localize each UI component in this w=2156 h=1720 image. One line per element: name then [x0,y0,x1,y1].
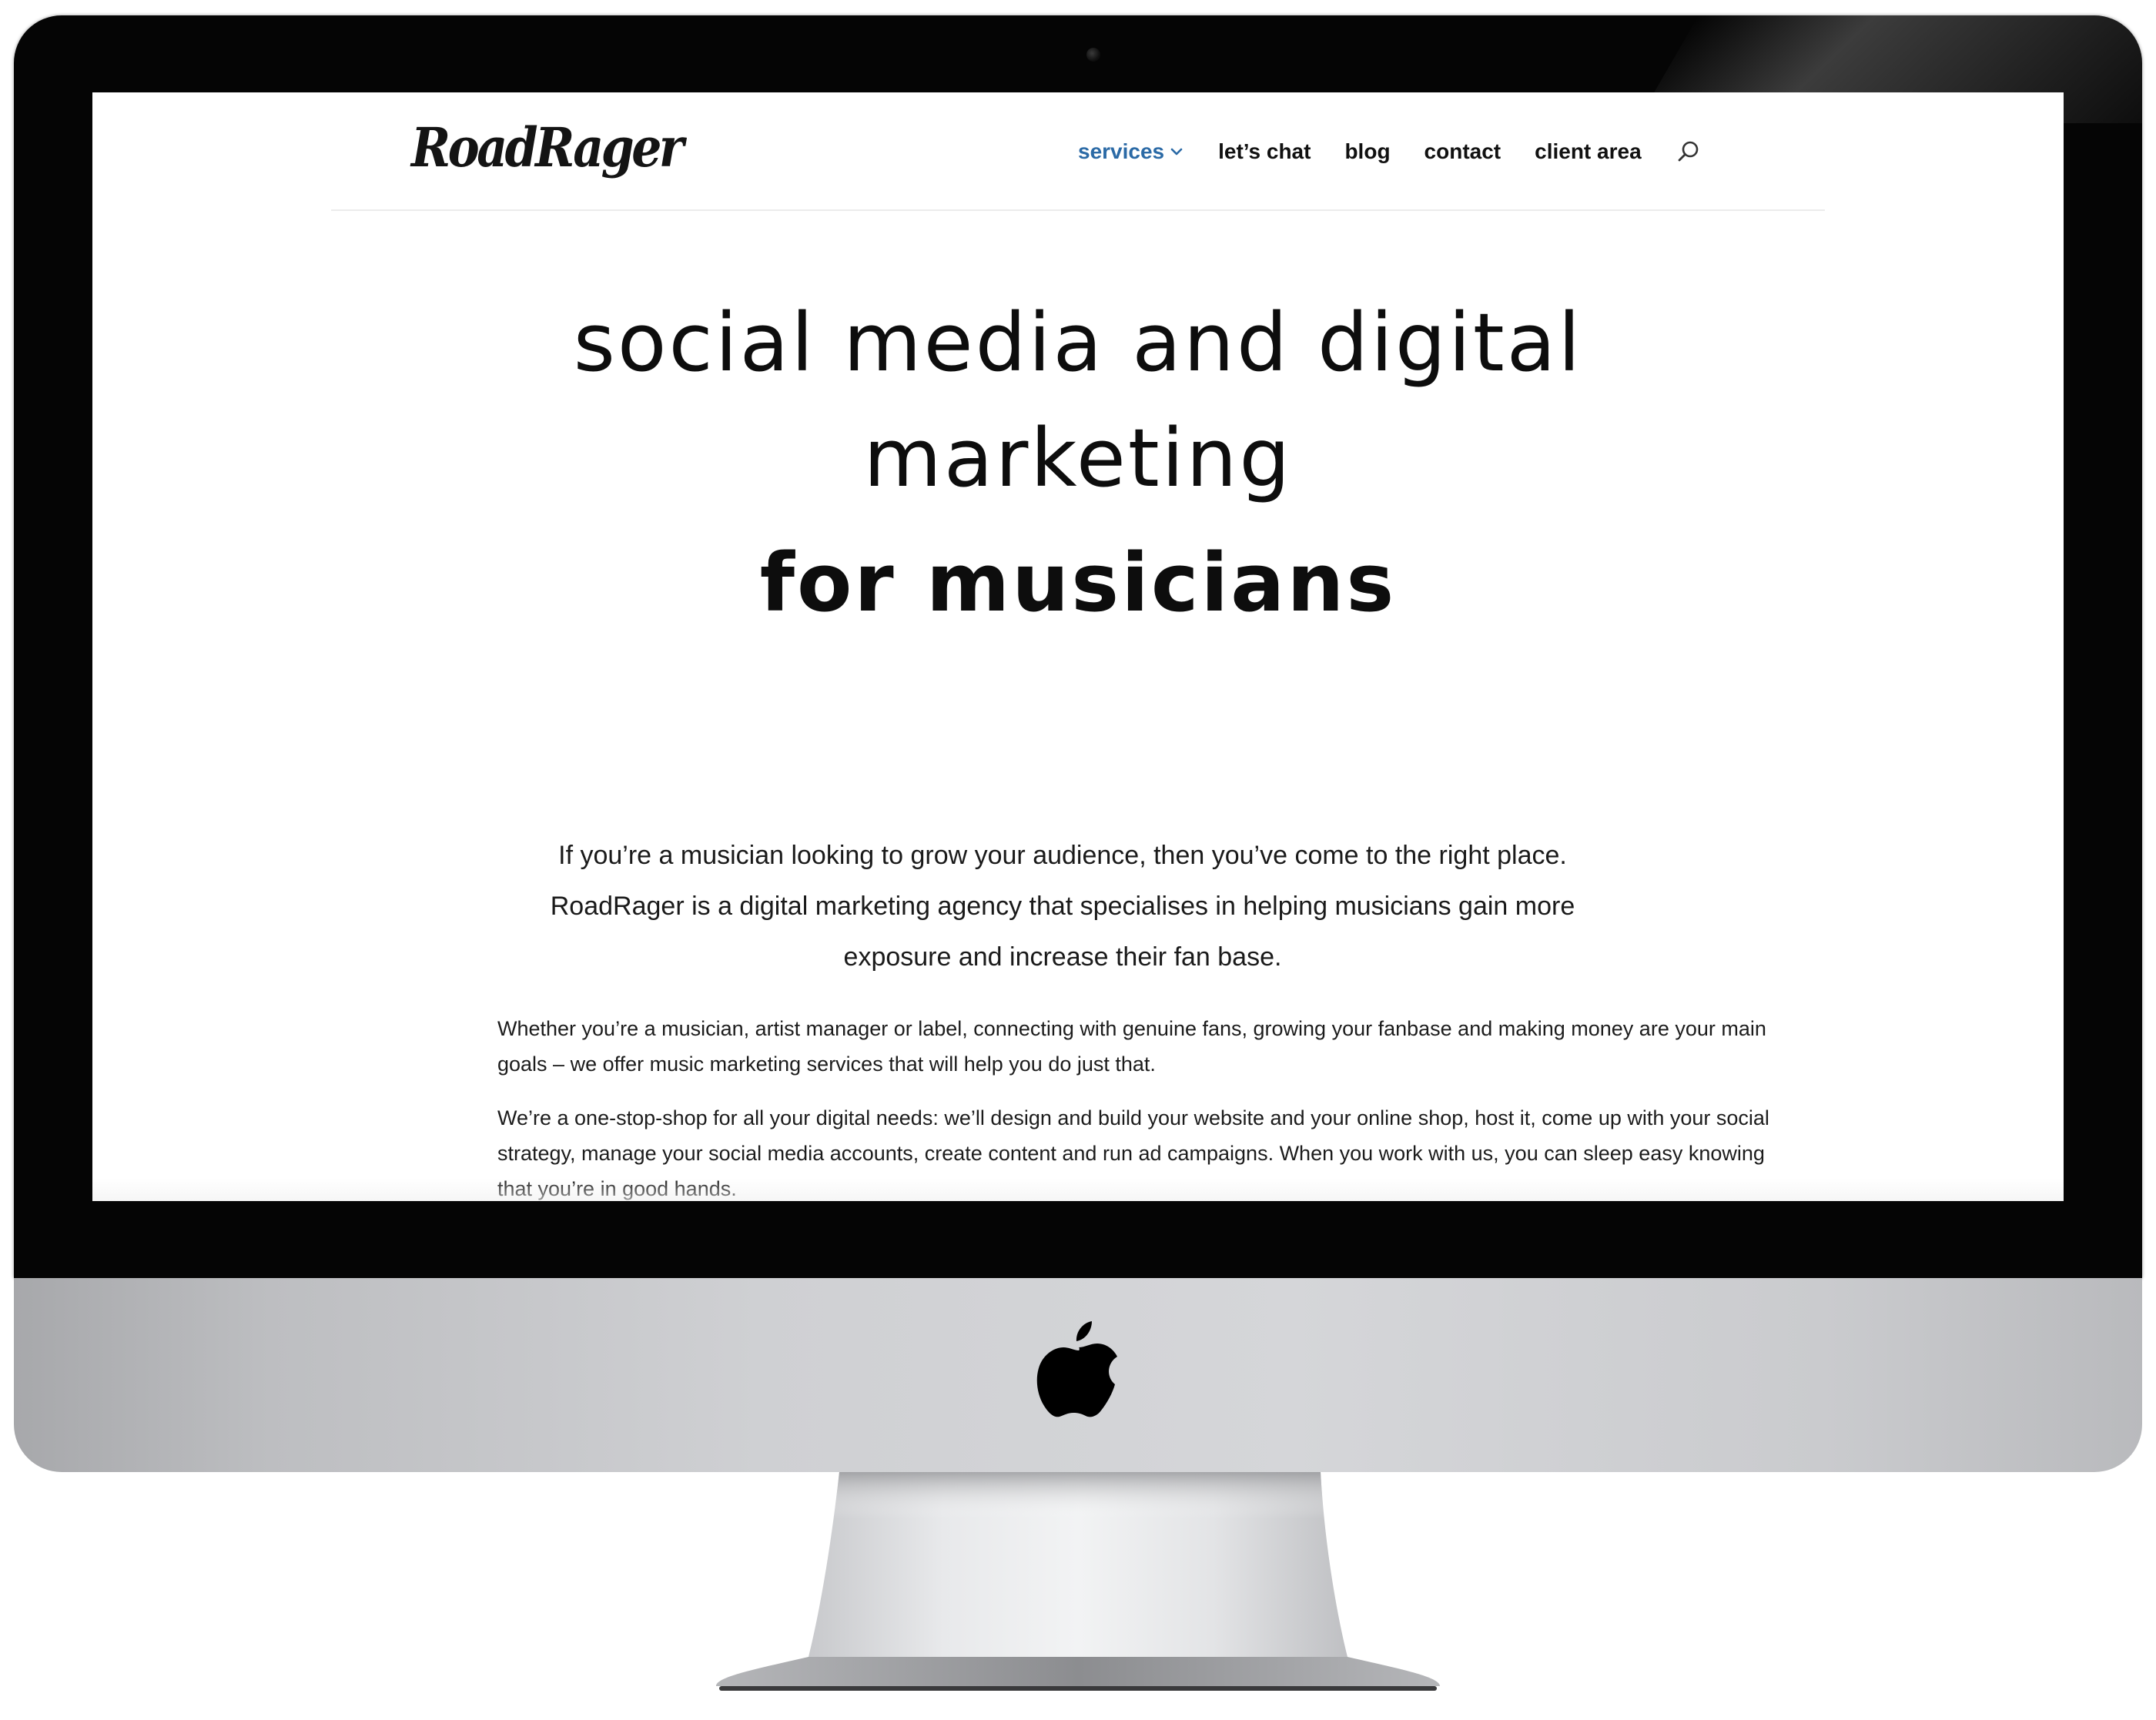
screen-fade [92,1178,2064,1201]
apple-icon [1036,1321,1117,1417]
nav-item-client-area[interactable]: client area [1535,139,1642,164]
nav-item-label: contact [1424,139,1502,163]
main-nav: services let’s chat blog contact client … [1078,132,1702,171]
nav-item-label: client area [1535,139,1642,163]
nav-item-label: blog [1344,139,1391,163]
hero-title-line: social media and digital [573,296,1583,390]
imac-mockup: RoadRager services let’s chat blog conta… [0,0,2156,1720]
search-icon[interactable] [1676,139,1702,165]
browser-screen: RoadRager services let’s chat blog conta… [92,92,2064,1201]
camera-icon [1086,48,1100,62]
nav-item-lets-chat[interactable]: let’s chat [1218,139,1311,164]
site-header: RoadRager services let’s chat blog conta… [331,92,1825,211]
nav-item-label: let’s chat [1218,139,1311,163]
hero-title-line: marketing [863,411,1293,505]
hero-heading: social media and digital marketing for m… [331,285,1825,641]
body-paragraph: Whether you’re a musician, artist manage… [497,1017,1766,1076]
chevron-down-icon [1170,148,1183,156]
monitor-stand [716,1472,1440,1691]
nav-item-contact[interactable]: contact [1424,139,1502,164]
page-container: RoadRager services let’s chat blog conta… [331,92,1825,1201]
nav-item-label: services [1078,139,1165,163]
nav-item-blog[interactable]: blog [1344,139,1390,164]
site-logo[interactable]: RoadRager [411,115,684,179]
nav-item-services[interactable]: services [1078,139,1184,164]
hero-title-emphasis: for musicians [759,536,1397,630]
intro-paragraph: If you’re a musician looking to grow you… [550,841,1575,972]
